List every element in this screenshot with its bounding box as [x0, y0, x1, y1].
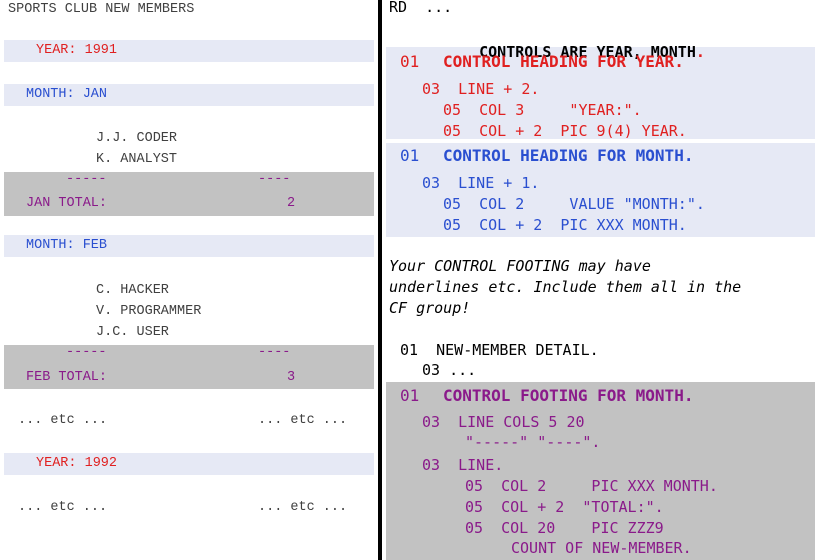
member-row: J.C. USER: [96, 325, 169, 340]
note-text: Your CONTROL FOOTING may have: [389, 257, 651, 275]
panel-divider: [378, 0, 382, 560]
detail-sub: 03 ...: [422, 361, 477, 379]
year-level-number: 01: [400, 52, 420, 71]
code-line: 05 COL + 2 PIC 9(4) YEAR.: [443, 122, 687, 140]
code-line: 05 COL + 2 "TOTAL:".: [465, 498, 664, 516]
detail-line: 01 NEW-MEMBER DETAIL.: [400, 341, 599, 359]
code-line: 05 COL 20 PIC ZZZ9: [465, 519, 664, 537]
code-line: "-----" "----".: [465, 433, 601, 451]
month-heading-jan: MONTH: JAN: [26, 87, 108, 102]
etc-left: ... etc ...: [18, 500, 108, 515]
jan-total-value: 2: [287, 196, 296, 211]
note-text: CF group!: [389, 299, 471, 317]
jan-underline-count: ----: [258, 172, 291, 187]
etc-left: ... etc ...: [18, 413, 108, 428]
year-heading-clause: CONTROL HEADING FOR YEAR.: [443, 52, 684, 71]
code-line: 03 LINE + 1.: [422, 174, 540, 192]
year-heading-1992: YEAR: 1992: [36, 456, 118, 471]
month-level-number: 01: [400, 146, 420, 165]
code-line: 03 LINE.: [422, 456, 504, 474]
jan-underline-name: -----: [66, 172, 107, 187]
feb-underline-name: -----: [66, 345, 107, 360]
feb-total-value: 3: [287, 370, 296, 385]
code-line: 03 LINE + 2.: [422, 80, 540, 98]
member-row: V. PROGRAMMER: [96, 304, 202, 319]
controls-period: .: [695, 43, 705, 61]
year-heading-1991: YEAR: 1991: [36, 43, 118, 58]
code-line: 03 LINE COLS 5 20: [422, 413, 585, 431]
report-title: SPORTS CLUB NEW MEMBERS: [8, 2, 195, 17]
footing-level-number: 01: [400, 386, 420, 405]
member-row: K. ANALYST: [96, 152, 178, 167]
jan-total-label: JAN TOTAL:: [26, 196, 108, 211]
feb-total-label: FEB TOTAL:: [26, 370, 108, 385]
code-line: 05 COL 2 PIC XXX MONTH.: [465, 477, 718, 495]
feb-underline-count: ----: [258, 345, 291, 360]
member-row: J.J. CODER: [96, 131, 178, 146]
code-line: 05 COL + 2 PIC XXX MONTH.: [443, 216, 687, 234]
month-heading-clause: CONTROL HEADING FOR MONTH.: [443, 146, 694, 165]
footing-heading-clause: CONTROL FOOTING FOR MONTH.: [443, 386, 694, 405]
code-line: 05 COL 3 "YEAR:".: [443, 101, 642, 119]
rd-line: RD ...: [389, 0, 453, 16]
note-text: underlines etc. Include them all in the: [389, 278, 742, 296]
member-row: C. HACKER: [96, 283, 169, 298]
etc-right: ... etc ...: [258, 500, 348, 515]
etc-right: ... etc ...: [258, 413, 348, 428]
month-heading-feb: MONTH: FEB: [26, 238, 108, 253]
code-line: 05 COL 2 VALUE "MONTH:".: [443, 195, 705, 213]
code-line: COUNT OF NEW-MEMBER.: [511, 539, 692, 557]
